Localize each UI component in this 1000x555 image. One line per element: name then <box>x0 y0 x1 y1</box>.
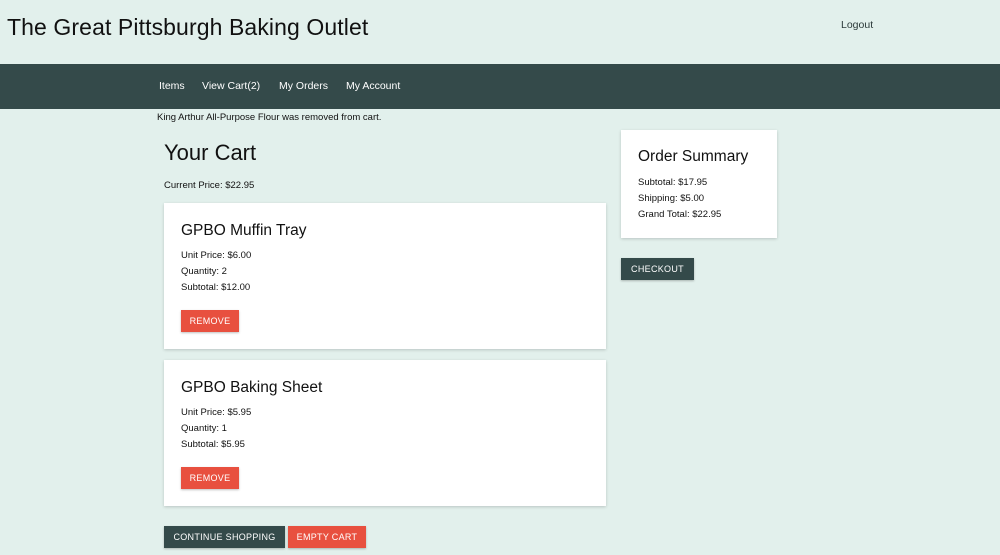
item-name: GPBO Muffin Tray <box>181 222 307 239</box>
site-title: The Great Pittsburgh Baking Outlet <box>7 14 369 40</box>
page-title: Your Cart <box>164 140 257 165</box>
remove-button[interactable]: REMOVE <box>181 310 239 332</box>
logout-link[interactable]: Logout <box>841 19 873 31</box>
item-quantity: Quantity: 1 <box>181 423 227 434</box>
current-price: Current Price: $22.95 <box>164 180 255 191</box>
order-summary-card: Order Summary Subtotal: $17.95 Shipping:… <box>621 130 777 238</box>
continue-shopping-button[interactable]: CONTINUE SHOPPING <box>164 526 285 548</box>
remove-button[interactable]: REMOVE <box>181 467 239 489</box>
item-subtotal: Subtotal: $12.00 <box>181 282 251 293</box>
nav-item-my-orders[interactable]: My Orders <box>279 80 328 92</box>
item-quantity: Quantity: 2 <box>181 266 227 277</box>
summary-shipping: Shipping: $5.00 <box>638 193 705 204</box>
main-navbar: Items View Cart(2) My Orders My Account <box>0 64 1000 109</box>
summary-title: Order Summary <box>638 148 749 165</box>
item-subtotal: Subtotal: $5.95 <box>181 439 245 450</box>
nav-item-my-account[interactable]: My Account <box>346 80 400 92</box>
nav-item-view-cart[interactable]: View Cart(2) <box>202 80 260 92</box>
site-header: The Great Pittsburgh Baking Outlet Logou… <box>0 0 1000 64</box>
summary-grand-total: Grand Total: $22.95 <box>638 209 722 220</box>
cart-item-card: GPBO Baking Sheet Unit Price: $5.95 Quan… <box>164 360 606 506</box>
flash-message: King Arthur All-Purpose Flour was remove… <box>157 112 382 123</box>
cart-item-card: GPBO Muffin Tray Unit Price: $6.00 Quant… <box>164 203 606 349</box>
checkout-button[interactable]: CHECKOUT <box>621 258 694 280</box>
item-unit-price: Unit Price: $6.00 <box>181 250 252 261</box>
summary-subtotal: Subtotal: $17.95 <box>638 177 708 188</box>
empty-cart-button[interactable]: EMPTY CART <box>288 526 366 548</box>
nav-item-items[interactable]: Items <box>159 80 185 92</box>
item-name: GPBO Baking Sheet <box>181 379 323 396</box>
item-unit-price: Unit Price: $5.95 <box>181 407 252 418</box>
